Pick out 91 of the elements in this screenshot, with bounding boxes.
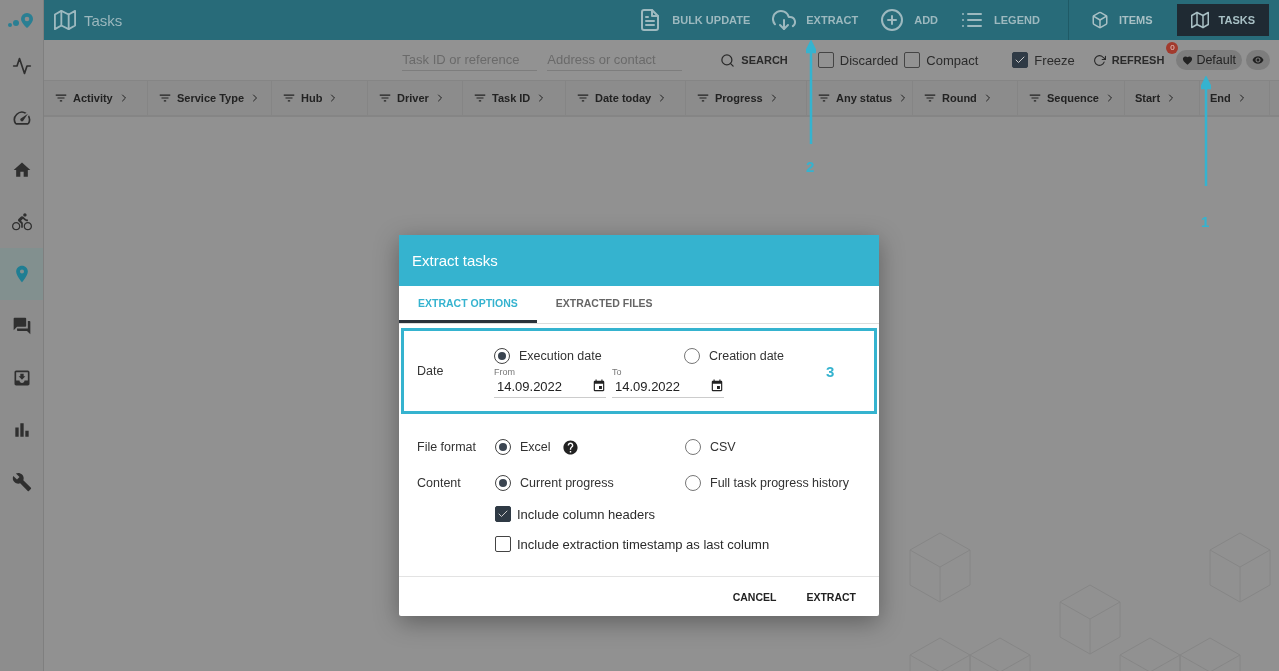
action-label: LEGEND: [994, 14, 1040, 26]
refresh-button[interactable]: REFRESH: [1088, 53, 1169, 67]
calendar-icon[interactable]: [592, 379, 606, 393]
visibility-button[interactable]: [1246, 50, 1270, 70]
field-label: Date: [417, 364, 445, 378]
pulse-icon: [11, 56, 32, 76]
column-label: Hub: [301, 92, 323, 104]
wrench-icon: [11, 472, 32, 492]
checkbox-option[interactable]: Include column headers: [495, 506, 873, 522]
checkbox[interactable]: [495, 536, 511, 552]
column-header[interactable]: Service Type: [148, 81, 272, 115]
column-header[interactable]: Activity: [44, 81, 148, 115]
field-label: Content: [417, 476, 462, 490]
column-header[interactable]: Start: [1125, 81, 1200, 115]
checkbox-label: Include extraction timestamp as last column: [517, 536, 770, 552]
checkbox[interactable]: [1012, 52, 1029, 68]
plus-circle-icon: [880, 8, 905, 32]
radio-option[interactable]: CSV: [685, 436, 875, 458]
date-value: 14.09.2022: [615, 378, 681, 394]
column-header[interactable]: Sequence: [1018, 81, 1125, 115]
eye-icon: [1252, 54, 1264, 66]
page-title: Tasks: [84, 11, 123, 29]
field-label: File format: [417, 440, 478, 454]
gauge-icon: [11, 108, 32, 128]
checkbox-label: Include column headers: [517, 506, 656, 522]
view-preset-button[interactable]: Default: [1176, 50, 1242, 70]
checkbox[interactable]: [904, 52, 921, 68]
toggle-checkbox[interactable]: Compact: [904, 52, 1007, 68]
checkbox[interactable]: [495, 506, 511, 522]
cube-icon: [1090, 11, 1109, 29]
column-label: Service Type: [177, 92, 245, 104]
column-header[interactable]: Hub: [272, 81, 368, 115]
toolbar-action[interactable]: LEGEND: [960, 8, 1040, 32]
refresh-icon: [1092, 53, 1106, 67]
radio-option[interactable]: Full task progress history: [685, 472, 875, 494]
check-icon: [497, 508, 509, 520]
column-header[interactable]: Progress: [686, 81, 807, 115]
dialog-title: Extract tasks: [412, 252, 498, 269]
checkbox-label: Freeze: [1034, 52, 1075, 68]
check-icon: [1014, 54, 1027, 66]
field-caption: From: [494, 366, 516, 377]
column-label: Activity: [73, 92, 113, 104]
map-icon: [54, 9, 76, 31]
column-label: Sequence: [1047, 92, 1099, 104]
action-label: EXTRACT: [806, 14, 859, 26]
view-tab[interactable]: ITEMS: [1076, 4, 1167, 36]
heart-icon: [1182, 54, 1194, 66]
column-label: Driver: [397, 92, 429, 104]
count-badge: 0: [1166, 41, 1179, 54]
checkbox[interactable]: [817, 52, 834, 68]
date-value: 14.09.2022: [497, 378, 563, 394]
chat-icon: [11, 316, 32, 336]
dialog-tab[interactable]: EXTRACT OPTIONS: [399, 286, 537, 323]
toggle-checkbox[interactable]: Discarded: [817, 52, 899, 68]
cloud-download-icon: [772, 8, 797, 32]
action-label: ADD: [914, 14, 939, 26]
column-label: Progress: [715, 92, 763, 104]
toolbar-action[interactable]: EXTRACT: [772, 8, 859, 32]
toolbar-action[interactable]: ADD: [880, 8, 939, 32]
radio-option[interactable]: Execution date: [494, 344, 684, 367]
column-label: Start: [1135, 92, 1161, 104]
annotation-number: 2: [806, 158, 815, 175]
column-label: Round: [942, 92, 977, 104]
column-label: Task ID: [492, 92, 531, 104]
radio-option[interactable]: Current progress: [495, 472, 685, 494]
annotation-number: 1: [1201, 213, 1210, 230]
help-icon[interactable]: [561, 438, 579, 456]
column-header[interactable]: Task ID: [463, 81, 566, 115]
column-header[interactable]: Driver: [368, 81, 463, 115]
home-icon: [11, 160, 32, 180]
column-label: End: [1210, 92, 1231, 104]
toggle-checkbox[interactable]: Freeze: [1012, 52, 1075, 68]
view-tab[interactable]: TASKS: [1176, 4, 1269, 36]
map-icon: [1190, 11, 1209, 29]
bicycle-icon: [11, 212, 32, 232]
search-button[interactable]: SEARCH: [714, 51, 794, 69]
checkbox-option[interactable]: Include extraction timestamp as last column: [495, 536, 873, 552]
column-header[interactable]: Date today: [566, 81, 686, 115]
column-label: Any status: [836, 92, 893, 104]
action-label: BULK UPDATE: [672, 14, 751, 26]
checkbox-label: Compact: [926, 52, 979, 68]
checkbox-label: Discarded: [839, 52, 899, 68]
date-field[interactable]: To 14.09.2022: [612, 366, 724, 398]
column-label: Date today: [595, 92, 652, 104]
radio-option[interactable]: Excel: [495, 436, 685, 458]
toolbar-action[interactable]: BULK UPDATE: [638, 8, 751, 32]
date-field[interactable]: From 14.09.2022: [494, 366, 606, 398]
search-icon: [720, 52, 736, 68]
calendar-icon[interactable]: [710, 379, 724, 393]
column-header[interactable]: Round: [913, 81, 1018, 115]
field-caption: To: [612, 366, 623, 377]
